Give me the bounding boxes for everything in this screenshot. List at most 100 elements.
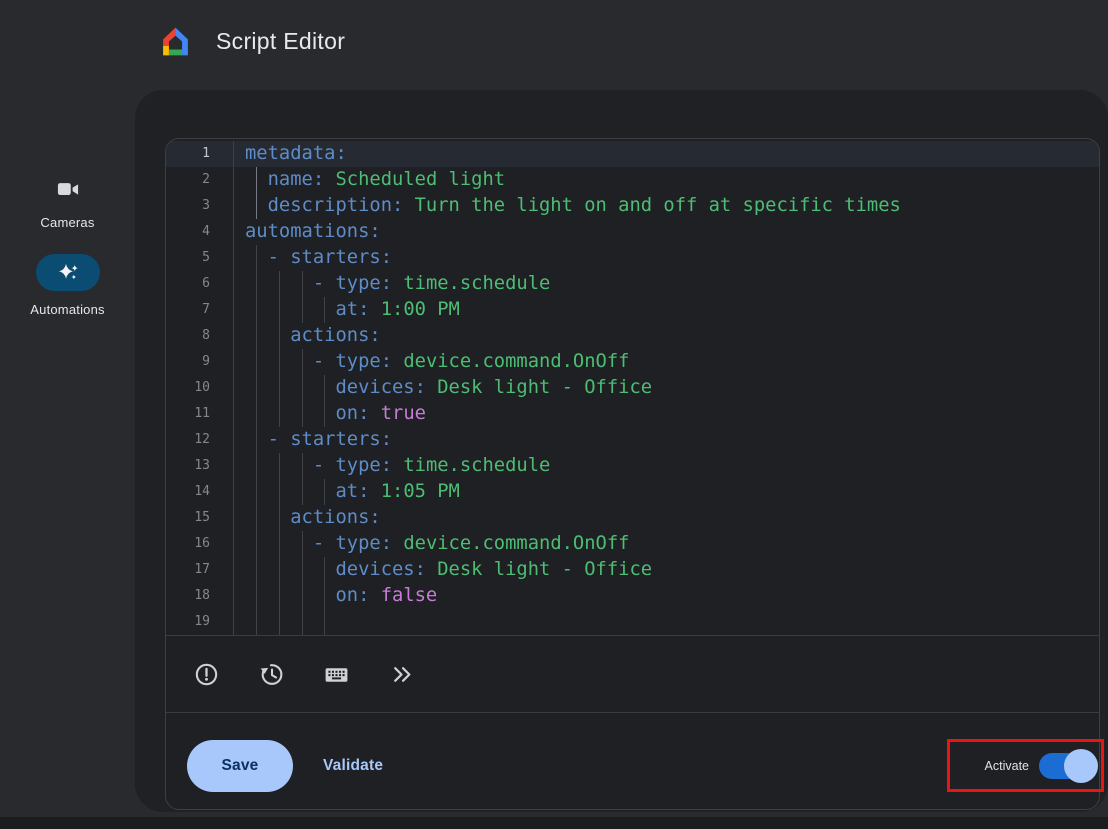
sidebar-item-cameras[interactable]: Cameras — [0, 177, 135, 230]
keyboard-icon — [323, 661, 350, 688]
code-line[interactable]: 14 at: 1:05 PM — [166, 479, 1099, 505]
google-home-logo-icon — [158, 24, 193, 59]
indent-guide — [279, 583, 280, 609]
editor-frame: 1metadata:2 name: Scheduled light3 descr… — [165, 138, 1100, 810]
sidebar-item-automations[interactable]: Automations — [0, 254, 135, 317]
indent-guide — [302, 349, 303, 375]
code-line[interactable]: 11 on: true — [166, 401, 1099, 427]
code-line[interactable]: 18 on: false — [166, 583, 1099, 609]
problems-button[interactable] — [193, 661, 220, 688]
line-number: 4 — [166, 219, 234, 245]
indent-guide — [256, 375, 257, 401]
sidebar-item-label: Cameras — [40, 215, 94, 230]
code-line[interactable]: 10 devices: Desk light - Office — [166, 375, 1099, 401]
indent-guide — [279, 323, 280, 349]
indent-guide — [302, 479, 303, 505]
code-line[interactable]: 1metadata: — [166, 141, 1099, 167]
indent-guide — [256, 505, 257, 531]
code-line[interactable]: 5 - starters: — [166, 245, 1099, 271]
code-line[interactable]: 6 - type: time.schedule — [166, 271, 1099, 297]
indent-guide — [302, 531, 303, 557]
code-editor[interactable]: 1metadata:2 name: Scheduled light3 descr… — [166, 139, 1099, 635]
line-number: 12 — [166, 427, 234, 453]
indent-guide — [279, 505, 280, 531]
indent-guide — [256, 531, 257, 557]
indent-guide — [256, 245, 257, 271]
line-number: 11 — [166, 401, 234, 427]
line-number: 16 — [166, 531, 234, 557]
indent-guide — [256, 167, 257, 193]
indent-guide — [302, 375, 303, 401]
indent-guide — [279, 375, 280, 401]
code-line[interactable]: 8 actions: — [166, 323, 1099, 349]
activate-toggle[interactable] — [1039, 753, 1085, 779]
code-line[interactable]: 3 description: Turn the light on and off… — [166, 193, 1099, 219]
app-header: Script Editor — [0, 0, 1108, 82]
indent-guide — [256, 479, 257, 505]
code-line[interactable]: 19 — [166, 609, 1099, 635]
indent-guide — [256, 401, 257, 427]
code-line[interactable]: 7 at: 1:00 PM — [166, 297, 1099, 323]
code-line[interactable]: 16 - type: device.command.OnOff — [166, 531, 1099, 557]
code-line[interactable]: 15 actions: — [166, 505, 1099, 531]
indent-guide — [279, 349, 280, 375]
editor-card: 1metadata:2 name: Scheduled light3 descr… — [135, 90, 1108, 812]
history-button[interactable] — [258, 661, 285, 688]
sparkle-icon — [56, 262, 80, 284]
line-number: 3 — [166, 193, 234, 219]
line-number: 1 — [166, 141, 234, 167]
validate-button[interactable]: Validate — [323, 757, 383, 775]
indent-guide — [256, 557, 257, 583]
selected-nav-pill — [36, 254, 100, 291]
indent-guide — [279, 453, 280, 479]
sidebar-item-label: Automations — [30, 302, 104, 317]
code-line[interactable]: 9 - type: device.command.OnOff — [166, 349, 1099, 375]
line-number: 5 — [166, 245, 234, 271]
indent-guide — [279, 297, 280, 323]
indent-guide — [256, 193, 257, 219]
bottom-strip — [0, 817, 1108, 829]
line-number: 18 — [166, 583, 234, 609]
line-number: 6 — [166, 271, 234, 297]
indent-guide — [324, 609, 325, 635]
line-number: 10 — [166, 375, 234, 401]
line-number: 14 — [166, 479, 234, 505]
line-number: 17 — [166, 557, 234, 583]
indent-guide — [302, 557, 303, 583]
line-number: 19 — [166, 609, 234, 635]
indent-guide — [302, 583, 303, 609]
indent-guide — [302, 401, 303, 427]
indent-guide — [256, 583, 257, 609]
indent-guide — [324, 583, 325, 609]
line-number: 2 — [166, 167, 234, 193]
indent-guide — [256, 453, 257, 479]
indent-guide — [302, 297, 303, 323]
code-line[interactable]: 13 - type: time.schedule — [166, 453, 1099, 479]
code-line[interactable]: 2 name: Scheduled light — [166, 167, 1099, 193]
indent-guide — [324, 557, 325, 583]
indent-guide — [324, 479, 325, 505]
indent-guide — [302, 271, 303, 297]
expand-toolbar-button[interactable] — [388, 661, 415, 688]
sidebar: Cameras Automations — [0, 82, 135, 829]
indent-guide — [302, 609, 303, 635]
indent-guide — [279, 609, 280, 635]
indent-guide — [279, 401, 280, 427]
line-number: 7 — [166, 297, 234, 323]
line-number: 8 — [166, 323, 234, 349]
indent-guide — [256, 271, 257, 297]
code-line[interactable]: 12 - starters: — [166, 427, 1099, 453]
indent-guide — [256, 349, 257, 375]
code-line[interactable]: 17 devices: Desk light - Office — [166, 557, 1099, 583]
indent-guide — [279, 557, 280, 583]
code-line[interactable]: 4automations: — [166, 219, 1099, 245]
history-icon — [258, 661, 285, 688]
line-number: 15 — [166, 505, 234, 531]
indent-guide — [324, 375, 325, 401]
editor-toolbar — [166, 635, 1099, 712]
indent-guide — [256, 323, 257, 349]
double-chevron-icon — [389, 662, 414, 687]
line-number: 13 — [166, 453, 234, 479]
save-button[interactable]: Save — [187, 740, 293, 792]
keyboard-button[interactable] — [323, 661, 350, 688]
